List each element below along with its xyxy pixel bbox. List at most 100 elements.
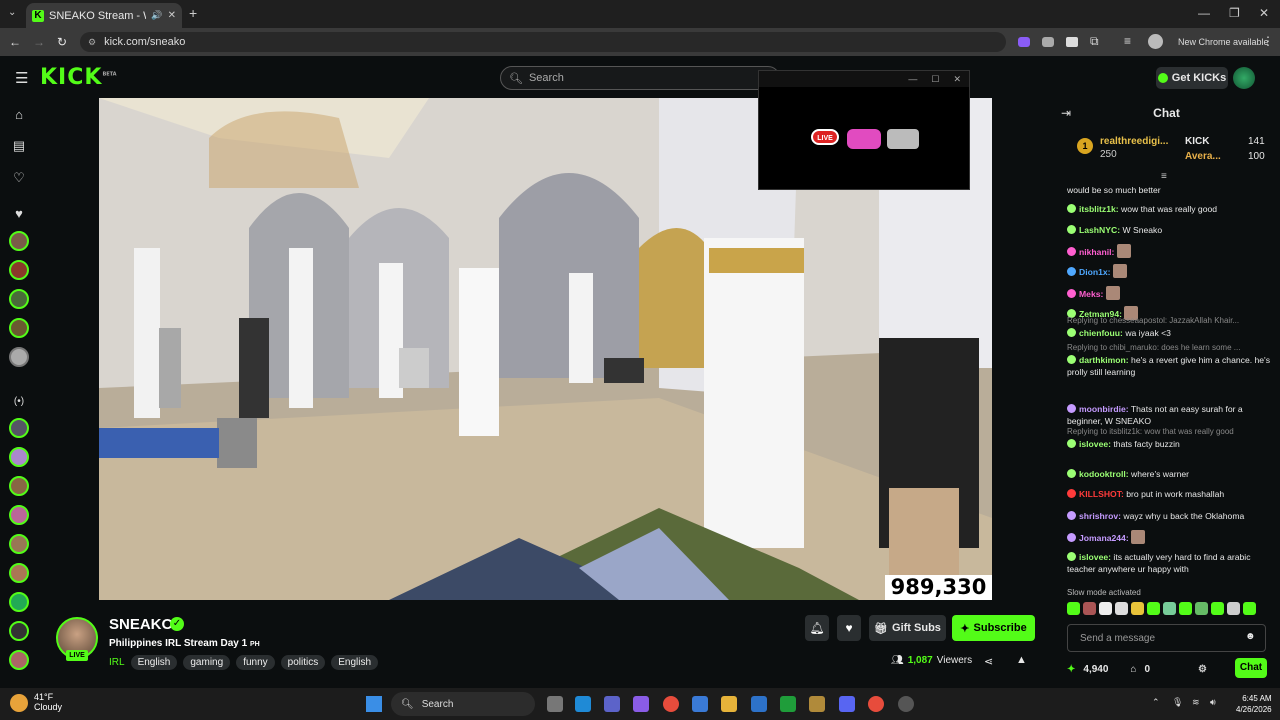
browser-tab[interactable]: K SNEAKO Stream - Watch Li... 🔊 ✕ <box>26 3 182 28</box>
chrome-icon[interactable] <box>868 696 884 712</box>
recommended-channel-avatar[interactable] <box>9 447 29 467</box>
recommended-channel-avatar[interactable] <box>9 505 29 525</box>
audio-icon[interactable]: 🔊 <box>151 10 162 21</box>
discord-icon[interactable] <box>839 696 855 712</box>
followed-channel-avatar[interactable] <box>9 231 29 251</box>
xbox-icon[interactable] <box>780 696 796 712</box>
emote[interactable] <box>1163 602 1176 615</box>
subscribe-button[interactable]: ✦ Subscribe <box>952 615 1035 641</box>
get-kicks-button[interactable]: Get KICKs <box>1156 67 1228 89</box>
emote[interactable] <box>1179 602 1192 615</box>
profile-avatar[interactable] <box>1148 34 1163 49</box>
chat-username[interactable]: KILLSHOT: <box>1079 489 1124 499</box>
user-avatar[interactable] <box>1233 67 1255 89</box>
kicks-balance[interactable]: 4,940 <box>1083 664 1108 675</box>
followed-channel-avatar[interactable] <box>9 260 29 280</box>
popup-close-button[interactable]: ✕ <box>953 74 961 85</box>
chat-settings-icon[interactable]: ⚙ <box>1198 664 1207 675</box>
following-icon[interactable]: ♡ <box>11 170 27 186</box>
taskbar-search[interactable]: 🔍︎ Search <box>391 692 535 716</box>
back-icon[interactable]: ← <box>9 35 21 49</box>
browse-icon[interactable]: ▤ <box>11 138 27 154</box>
share-icon[interactable]: ⋖ <box>984 655 993 668</box>
emote[interactable] <box>1099 602 1112 615</box>
chat-username[interactable]: islovee: <box>1079 552 1111 562</box>
tab-close-icon[interactable]: ✕ <box>168 10 176 21</box>
obs-icon[interactable] <box>898 696 914 712</box>
extension-icon[interactable] <box>1018 37 1030 47</box>
favorites-icon[interactable]: ♥ <box>11 206 27 222</box>
expand-leaderboard-icon[interactable]: ≡ <box>1161 171 1167 182</box>
weather-widget[interactable]: 41°F Cloudy <box>34 692 62 712</box>
chat-username[interactable]: islovee: <box>1079 439 1111 449</box>
taskbar-clock[interactable]: 6:45 AM 4/26/2026 <box>1236 693 1272 715</box>
chat-username[interactable]: LashNYC: <box>1079 225 1120 235</box>
gift-subs-button[interactable]: 🎁︎ Gift Subs <box>869 615 946 641</box>
forward-icon[interactable]: → <box>33 35 45 49</box>
kick-logo[interactable]: KICKBETA <box>40 65 117 90</box>
report-icon[interactable]: ▲ <box>1016 654 1027 666</box>
reload-icon[interactable]: ↻ <box>57 35 67 49</box>
omnibox[interactable]: ⚙ kick.com/sneako <box>80 32 1006 52</box>
emote[interactable] <box>1083 602 1096 615</box>
recommended-icon[interactable]: (•) <box>11 394 27 410</box>
app-icon[interactable] <box>751 696 767 712</box>
emote[interactable] <box>1227 602 1240 615</box>
recommended-channel-avatar[interactable] <box>9 418 29 438</box>
popup-minimize-button[interactable]: — <box>908 74 917 84</box>
recommended-channel-avatar[interactable] <box>9 650 29 670</box>
follow-heart-button[interactable]: ♥ <box>837 615 861 641</box>
store-icon[interactable] <box>692 696 708 712</box>
emote[interactable] <box>1131 602 1144 615</box>
site-info-icon[interactable]: ⚙ <box>88 37 96 48</box>
microphone-icon[interactable]: 🎙︎ <box>1172 697 1183 708</box>
search-input[interactable]: 🔍︎ Search <box>500 66 780 90</box>
chat-username[interactable]: shrishrov: <box>1079 511 1121 521</box>
category-link[interactable]: IRL <box>109 657 125 668</box>
chat-username[interactable]: Jomana244: <box>1079 533 1129 543</box>
emote[interactable] <box>1243 602 1256 615</box>
send-chat-button[interactable]: Chat <box>1235 658 1267 678</box>
floating-popup-window[interactable]: — ☐ ✕ LIVE <box>758 70 970 190</box>
volume-icon[interactable]: 🔊︎ <box>1210 697 1216 708</box>
chat-username[interactable]: nikhanil: <box>1079 247 1114 257</box>
followed-channel-avatar[interactable] <box>9 289 29 309</box>
gift-leaderboard[interactable]: 1 realthreedigi... 250 KICK 141 Avera...… <box>1067 134 1267 168</box>
app-icon[interactable] <box>809 696 825 712</box>
tag[interactable]: English <box>331 655 379 670</box>
maximize-button[interactable]: ❐ <box>1229 6 1240 20</box>
recommended-channel-avatar[interactable] <box>9 592 29 612</box>
edge-icon[interactable] <box>575 696 591 712</box>
wifi-icon[interactable]: ≋ <box>1192 697 1200 708</box>
reading-list-icon[interactable]: ≡ <box>1124 34 1131 48</box>
copilot-icon[interactable] <box>633 696 649 712</box>
followed-channel-avatar[interactable] <box>9 347 29 367</box>
window-close-button[interactable]: ✕ <box>1259 6 1269 20</box>
file-explorer-icon[interactable] <box>721 696 737 712</box>
gift-count[interactable]: 0 <box>1144 664 1150 675</box>
chat-username[interactable]: Meks: <box>1079 289 1103 299</box>
menu-icon[interactable]: ☰ <box>15 69 28 87</box>
recommended-channel-avatar[interactable] <box>9 621 29 641</box>
emote[interactable] <box>1211 602 1224 615</box>
emoji-icon[interactable]: ☻ <box>1245 631 1256 642</box>
emote[interactable] <box>1195 602 1208 615</box>
extension-icon[interactable] <box>1066 37 1078 47</box>
chat-username[interactable]: darthkimon: <box>1079 355 1129 365</box>
home-icon[interactable]: ⌂ <box>11 107 27 123</box>
emote[interactable] <box>1115 602 1128 615</box>
chat-username[interactable]: itsblitz1k: <box>1079 204 1119 214</box>
emote[interactable] <box>1147 602 1160 615</box>
extensions-puzzle-icon[interactable]: ⧉ <box>1090 34 1099 49</box>
followed-channel-avatar[interactable] <box>9 318 29 338</box>
recommended-channel-avatar[interactable] <box>9 476 29 496</box>
chat-username[interactable]: chienfouu: <box>1079 328 1123 338</box>
recommended-channel-avatar[interactable] <box>9 534 29 554</box>
chrome-icon[interactable] <box>663 696 679 712</box>
task-view-icon[interactable] <box>547 696 563 712</box>
teams-icon[interactable] <box>604 696 620 712</box>
chat-message-input[interactable]: Send a message <box>1067 624 1266 652</box>
chat-username[interactable]: moonbirdie: <box>1079 404 1129 414</box>
tag[interactable]: politics <box>280 655 326 670</box>
chrome-menu-icon[interactable]: ⋮ <box>1262 34 1274 48</box>
